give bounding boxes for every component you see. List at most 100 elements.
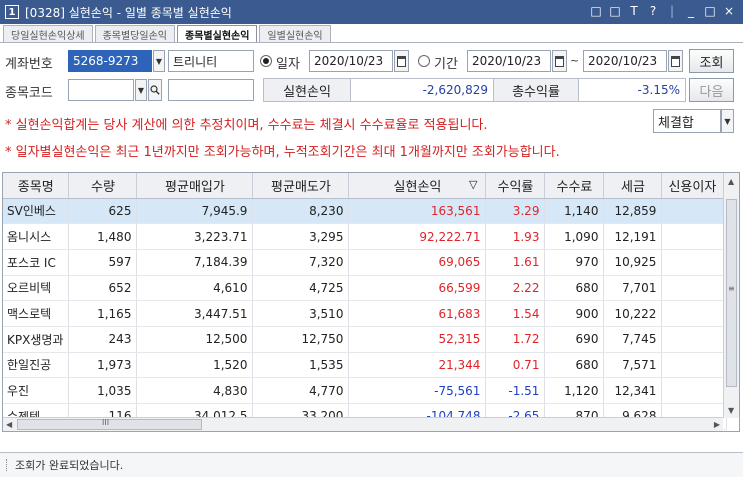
cell-avg-sell-price: 3,510 bbox=[252, 300, 350, 327]
tab-daily-realized-pnl[interactable]: 일별실현손익 bbox=[259, 25, 331, 42]
help-icon[interactable]: ? bbox=[647, 4, 659, 18]
cell-stock-name: 한일진공 bbox=[3, 352, 70, 379]
total-return-value: -3.15% bbox=[578, 78, 686, 102]
cell-credit-interest bbox=[661, 223, 728, 250]
account-number-field[interactable]: 5268-9273 bbox=[68, 50, 152, 72]
scroll-down-icon[interactable]: ▼ bbox=[728, 406, 734, 415]
cell-avg-buy-price: 7,945.9 bbox=[136, 198, 254, 225]
grip-icon: III bbox=[102, 418, 110, 427]
col-realized-pnl[interactable]: 실현손익 ▽ bbox=[348, 173, 487, 199]
window-title: [0328] 실현손익 - 일별 종목별 실현손익 bbox=[25, 5, 232, 20]
cell-stock-name: SV인베스 bbox=[3, 198, 70, 225]
vertical-scroll-thumb[interactable]: ≡ bbox=[726, 199, 737, 387]
table-row[interactable]: 맥스로텍 1,165 3,447.51 3,510 61,683 1.54 900 10,22… bbox=[3, 300, 728, 327]
link-window-icon[interactable]: □ bbox=[590, 4, 602, 18]
scroll-up-icon[interactable]: ▲ bbox=[728, 177, 734, 186]
col-quantity[interactable]: 수량 bbox=[68, 173, 138, 199]
maximize-icon[interactable]: □ bbox=[704, 4, 716, 18]
cell-avg-buy-price: 4,830 bbox=[136, 377, 254, 404]
basis-select[interactable]: 체결합 bbox=[653, 109, 721, 133]
basis-dropdown-button[interactable]: ▼ bbox=[721, 109, 734, 133]
cell-realized-pnl: 52,315 bbox=[348, 326, 487, 353]
cell-tax: 10,222 bbox=[603, 300, 663, 327]
cell-realized-pnl: 61,683 bbox=[348, 300, 487, 327]
cell-avg-buy-price: 3,447.51 bbox=[136, 300, 254, 327]
copy-window-icon[interactable]: □ bbox=[609, 4, 621, 18]
cell-credit-interest bbox=[661, 300, 728, 327]
col-stock-name[interactable]: 종목명 bbox=[3, 173, 70, 199]
period-from-field[interactable]: 2020/10/23 bbox=[467, 50, 551, 72]
realized-pnl-label: 실현손익 bbox=[263, 78, 351, 102]
realized-pnl-value: -2,620,829 bbox=[350, 78, 494, 102]
table-row[interactable]: 한일진공 1,973 1,520 1,535 21,344 0.71 680 7,571 bbox=[3, 352, 728, 379]
col-tax[interactable]: 세금 bbox=[603, 173, 663, 199]
date-field[interactable]: 2020/10/23 bbox=[309, 50, 393, 72]
font-size-icon[interactable]: T bbox=[628, 4, 640, 18]
stock-code-field[interactable] bbox=[68, 79, 134, 101]
col-fee[interactable]: 수수료 bbox=[544, 173, 605, 199]
tab-stock-realized-pnl[interactable]: 종목별실현손익 bbox=[177, 25, 258, 43]
table-row[interactable]: 오르비텍 652 4,610 4,725 66,599 2.22 680 7,701 bbox=[3, 275, 728, 302]
calendar-icon bbox=[671, 55, 680, 67]
tab-stock-daily-pnl[interactable]: 종목별당일손익 bbox=[94, 25, 176, 42]
status-message: 조회가 완료되었습니다. bbox=[15, 459, 124, 472]
period-from-calendar-button[interactable] bbox=[552, 50, 567, 72]
period-to-field[interactable]: 2020/10/23 bbox=[583, 50, 667, 72]
cell-avg-sell-price: 8,230 bbox=[252, 198, 350, 225]
cell-fee: 970 bbox=[544, 249, 605, 276]
window-controls: □ □ T ? | _ □ × bbox=[590, 4, 735, 18]
cell-stock-name: 우진 bbox=[3, 377, 70, 404]
title-bar: 1 [0328] 실현손익 - 일별 종목별 실현손익 □ □ T ? | _ … bbox=[0, 0, 743, 24]
tab-daily-realized-detail[interactable]: 당일실현손익상세 bbox=[3, 25, 93, 42]
radio-period-label: 기간 bbox=[434, 57, 458, 72]
col-return-rate[interactable]: 수익률 bbox=[485, 173, 546, 199]
minimize-icon[interactable]: _ bbox=[685, 4, 697, 18]
date-calendar-button[interactable] bbox=[394, 50, 409, 72]
cell-return-rate: 0.71 bbox=[485, 352, 546, 379]
col-credit-interest[interactable]: 신용이자 bbox=[661, 173, 728, 199]
next-button[interactable]: 다음 bbox=[689, 78, 734, 102]
table-row[interactable]: 포스코 IC 597 7,184.39 7,320 69,065 1.61 970 10,92… bbox=[3, 249, 728, 276]
scroll-left-icon[interactable]: ◀ bbox=[6, 420, 12, 429]
query-button[interactable]: 조회 bbox=[689, 49, 734, 73]
close-icon[interactable]: × bbox=[723, 4, 735, 18]
calendar-icon bbox=[397, 55, 406, 67]
cell-quantity: 1,973 bbox=[68, 352, 138, 379]
cell-stock-name: 옴니시스 bbox=[3, 223, 70, 250]
scroll-right-icon[interactable]: ▶ bbox=[714, 420, 720, 429]
account-dropdown-button[interactable]: ▼ bbox=[153, 50, 165, 72]
status-grip-icon bbox=[6, 459, 9, 471]
period-to-calendar-button[interactable] bbox=[668, 50, 683, 72]
table-row[interactable]: KPX생명과 243 12,500 12,750 52,315 1.72 690 7,745 bbox=[3, 326, 728, 353]
cell-return-rate: 1.72 bbox=[485, 326, 546, 353]
grip-icon: ≡ bbox=[728, 284, 735, 293]
vertical-scrollbar[interactable]: ▲ ≡ ▼ bbox=[723, 173, 739, 418]
table-row[interactable]: 우진 1,035 4,830 4,770 -75,561 -1.51 1,120 12,341 bbox=[3, 377, 728, 404]
table-row[interactable]: 옴니시스 1,480 3,223.71 3,295 92,222.71 1.93 1,090… bbox=[3, 223, 728, 250]
calendar-icon bbox=[555, 55, 564, 67]
horizontal-scrollbar[interactable]: ◀ III ▶ bbox=[3, 417, 723, 431]
horizontal-scroll-thumb[interactable]: III bbox=[17, 418, 202, 430]
stock-search-button[interactable] bbox=[148, 79, 162, 101]
cell-tax: 12,341 bbox=[603, 377, 663, 404]
controls-divider: | bbox=[669, 4, 675, 18]
stock-code-dropdown-button[interactable]: ▼ bbox=[135, 79, 147, 101]
cell-avg-buy-price: 4,610 bbox=[136, 275, 254, 302]
cell-avg-sell-price: 1,535 bbox=[252, 352, 350, 379]
cell-realized-pnl: 92,222.71 bbox=[348, 223, 487, 250]
radio-date[interactable] bbox=[260, 55, 272, 67]
cell-quantity: 1,480 bbox=[68, 223, 138, 250]
col-avg-buy-price[interactable]: 평균매입가 bbox=[136, 173, 254, 199]
cell-stock-name: 오르비텍 bbox=[3, 275, 70, 302]
cell-tax: 7,701 bbox=[603, 275, 663, 302]
cell-fee: 1,140 bbox=[544, 198, 605, 225]
cell-quantity: 1,035 bbox=[68, 377, 138, 404]
notice-pnl-estimate: * 실현손익합계는 당사 계산에 의한 추정치이며, 수수료는 체결시 수수료율… bbox=[5, 118, 488, 133]
col-realized-pnl-label: 실현손익 bbox=[393, 179, 442, 195]
table-row[interactable]: SV인베스 625 7,945.9 8,230 163,561 3.29 1,140 12,8… bbox=[3, 198, 728, 225]
total-return-label: 총수익률 bbox=[493, 78, 579, 102]
cell-quantity: 597 bbox=[68, 249, 138, 276]
col-avg-sell-price[interactable]: 평균매도가 bbox=[252, 173, 350, 199]
radio-period[interactable] bbox=[418, 55, 430, 67]
cell-realized-pnl: 163,561 bbox=[348, 198, 487, 225]
